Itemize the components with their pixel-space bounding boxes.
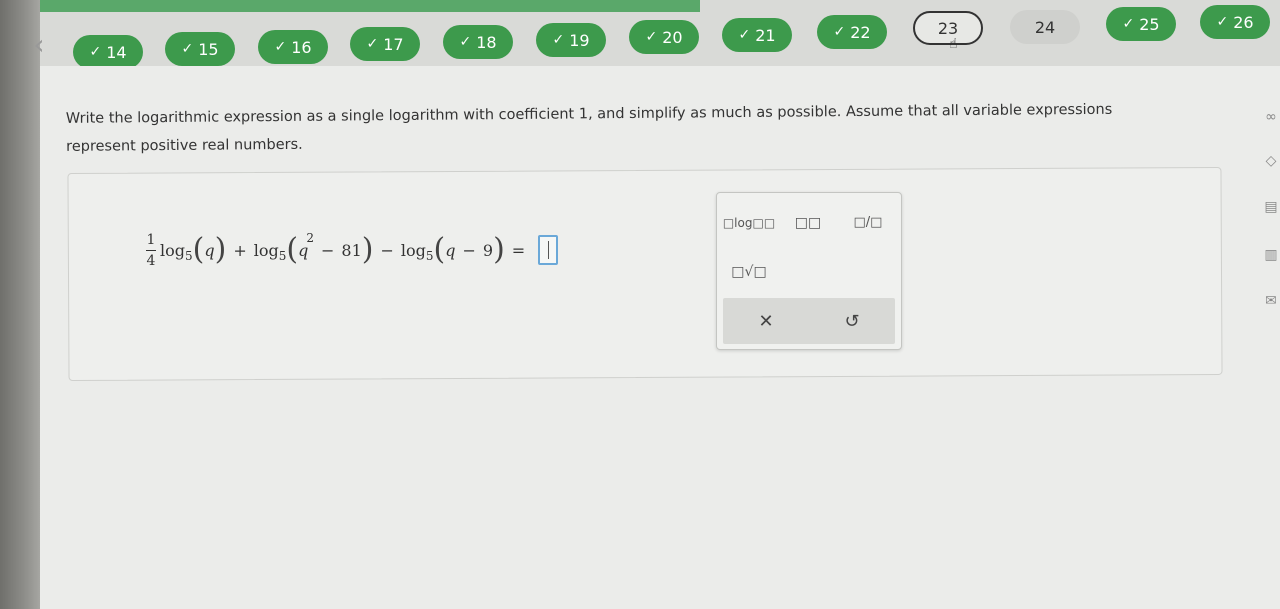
question-button-16[interactable]: ✓ 16 <box>258 30 328 64</box>
log-label-1: log <box>160 240 185 260</box>
check-icon: ✓ <box>1122 16 1135 32</box>
minus-operator-2: − <box>380 240 394 260</box>
question-button-19[interactable]: ✓ 19 <box>536 23 606 57</box>
check-icon: ✓ <box>738 27 751 43</box>
constant-9: 9 <box>482 240 494 260</box>
nth-root-template-button[interactable]: □√□ <box>727 259 771 285</box>
question-number: 17 <box>383 34 404 54</box>
question-button-20[interactable]: ✓ 20 <box>629 20 699 54</box>
minus-operator-3: − <box>462 240 476 260</box>
log-label-3: log <box>400 240 426 260</box>
question-number: 26 <box>1233 12 1254 32</box>
question-button-18[interactable]: ✓ 18 <box>443 25 513 59</box>
photo-bezel <box>0 0 40 609</box>
paren-close-1: ) <box>214 232 227 267</box>
question-number: 22 <box>850 22 871 42</box>
paren-close-2: ) <box>361 232 374 267</box>
question-number: 19 <box>569 30 590 50</box>
log-base-3: 5 <box>425 249 434 263</box>
constant-81: 81 <box>341 240 362 260</box>
question-number: 20 <box>662 27 683 47</box>
paren-open-2: ( <box>286 232 299 267</box>
fraction-bar <box>146 249 156 251</box>
question-number: 25 <box>1139 14 1160 34</box>
question-button-26[interactable]: ✓ 26 <box>1200 5 1270 39</box>
clear-icon[interactable]: ✕ <box>751 308 781 334</box>
plus-operator: + <box>233 240 247 260</box>
fraction-template-button[interactable]: □/□ <box>853 207 883 237</box>
question-number: 14 <box>106 42 127 62</box>
check-icon: ✓ <box>366 36 379 52</box>
log-label-2: log <box>253 240 279 260</box>
answer-input[interactable] <box>538 235 559 265</box>
check-icon: ✓ <box>274 39 287 55</box>
question-button-25[interactable]: ✓ 25 <box>1106 7 1176 41</box>
minus-operator-1: − <box>320 240 335 260</box>
rail-book-icon[interactable]: ▥ <box>1262 246 1280 264</box>
rail-diamond-icon[interactable]: ◇ <box>1262 152 1280 170</box>
question-number: 15 <box>198 39 219 59</box>
log-template-button[interactable]: □log□□ <box>723 211 775 235</box>
fraction-numerator: 1 <box>146 231 156 248</box>
math-expression: 1 4 log 5 (q) + log 5 (q 2 −81) − log 5 (q −9… <box>146 222 559 278</box>
undo-icon[interactable]: ↺ <box>837 308 867 334</box>
palette-footer: ✕ ↺ <box>723 298 895 344</box>
coefficient-fraction: 1 4 <box>146 232 156 269</box>
rail-mail-icon[interactable]: ✉ <box>1262 292 1280 310</box>
question-number: 24 <box>1034 17 1056 37</box>
var-q-1: q <box>204 240 215 260</box>
question-button-22[interactable]: ✓ 22 <box>817 15 887 49</box>
question-button-17[interactable]: ✓ 17 <box>350 27 420 61</box>
equals-sign: = <box>511 240 526 260</box>
rail-calculator-icon[interactable]: ▤ <box>1262 198 1280 216</box>
log-base-2: 5 <box>278 249 287 263</box>
fraction-denominator: 4 <box>146 252 156 269</box>
question-number: 18 <box>476 32 497 52</box>
hand-cursor-icon: ☝ <box>949 36 958 52</box>
question-button-14[interactable]: ✓ 14 <box>73 35 143 69</box>
check-icon: ✓ <box>459 34 472 50</box>
question-button-15[interactable]: ✓ 15 <box>165 32 235 66</box>
question-number: 23 <box>937 18 959 38</box>
check-icon: ✓ <box>1216 14 1229 30</box>
paren-open-3: ( <box>433 232 446 267</box>
check-icon: ✓ <box>645 29 658 45</box>
back-chevron-icon[interactable]: ‹ <box>28 30 50 60</box>
check-icon: ✓ <box>89 44 102 60</box>
check-icon: ✓ <box>552 32 565 48</box>
question-button-21[interactable]: ✓ 21 <box>722 18 792 52</box>
math-palette: □log□□ □□ □/□ □√□ ✕ ↺ <box>716 192 902 350</box>
var-q-3: q <box>445 240 456 260</box>
exponent: 2 <box>306 231 314 245</box>
question-number: 21 <box>755 25 776 45</box>
paren-open-1: ( <box>192 232 205 267</box>
question-number: 16 <box>291 37 312 57</box>
paren-close-3: ) <box>493 232 505 267</box>
check-icon: ✓ <box>833 24 846 40</box>
question-button-23[interactable]: 23 <box>913 11 983 45</box>
rail-link-icon[interactable]: ∞ <box>1262 108 1280 126</box>
log-base-1: 5 <box>185 249 193 263</box>
question-button-24[interactable]: 24 <box>1010 10 1080 44</box>
nav-accent-strip <box>40 0 700 12</box>
power-template-button[interactable]: □□ <box>793 211 823 235</box>
problem-instructions: Write the logarithmic expression as a si… <box>65 101 1113 155</box>
check-icon: ✓ <box>181 41 194 57</box>
